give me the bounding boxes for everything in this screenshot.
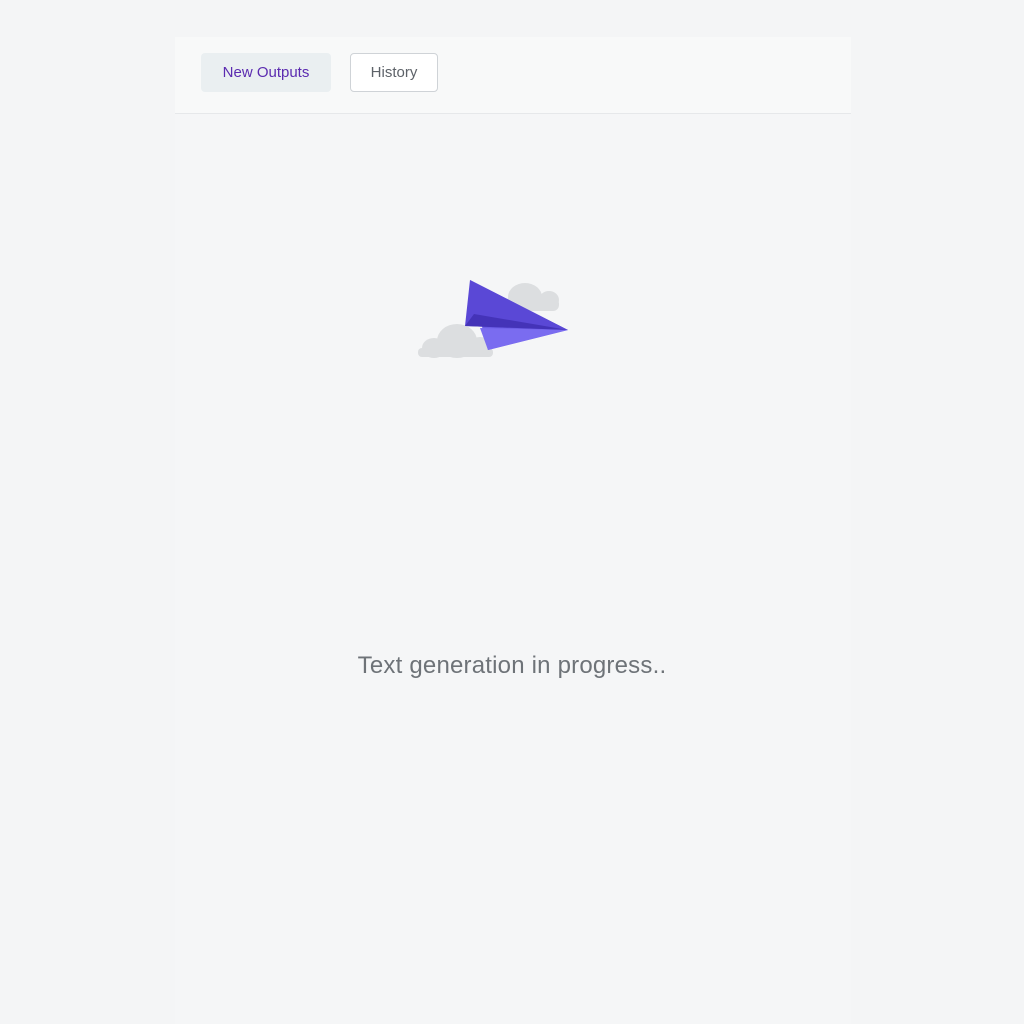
tab-history[interactable]: History — [350, 53, 438, 92]
generation-status-text: Text generation in progress.. — [357, 652, 667, 679]
paper-plane-with-clouds-icon — [418, 280, 568, 358]
tab-bar: New Outputs History — [175, 37, 851, 114]
page: New Outputs History Text generation in p… — [0, 0, 1024, 1024]
output-panel: New Outputs History — [175, 37, 851, 1024]
tab-new-outputs[interactable]: New Outputs — [201, 53, 331, 92]
